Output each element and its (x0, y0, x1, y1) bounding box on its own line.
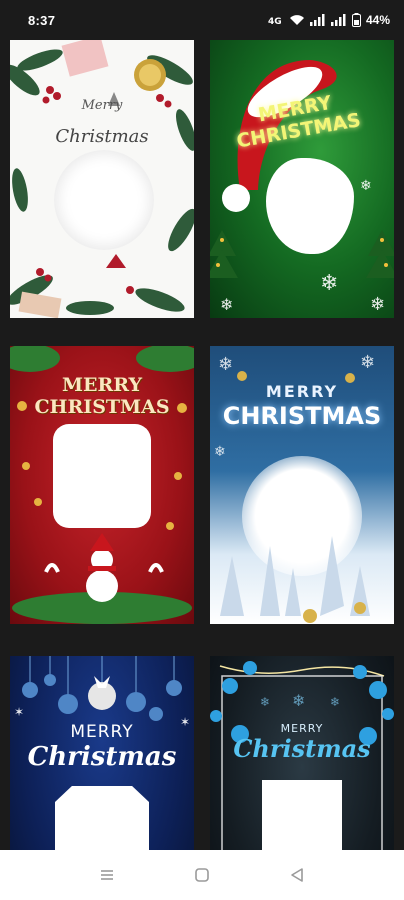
system-navigation-bar (0, 850, 404, 900)
template-card-2[interactable]: ❄ ❄ ❄ ❄ MERRY CHRISTMAS (210, 40, 394, 318)
photo-frame-rect[interactable] (262, 780, 342, 850)
svg-text:❄: ❄ (260, 695, 270, 709)
battery-icon (351, 13, 361, 27)
svg-text:❄: ❄ (320, 271, 338, 296)
svg-text:✶: ✶ (14, 705, 24, 719)
template-title-line1: MERRY (61, 374, 143, 396)
svg-text:❄: ❄ (330, 695, 340, 709)
status-time: 8:37 (28, 12, 56, 28)
svg-text:❄: ❄ (292, 691, 305, 710)
svg-text:❄: ❄ (360, 178, 372, 194)
home-button[interactable] (180, 853, 224, 897)
template-grid: Merry Christmas ❄ ❄ ❄ ❄ MERRY CHRISTMAS (0, 40, 404, 850)
template-title-line2: Christmas (233, 734, 371, 763)
template-title-line2: CHRISTMAS (34, 396, 170, 418)
signal-icon-2 (330, 14, 346, 26)
template-card-5[interactable]: ✶ ✶ MERRY Christmas (10, 656, 194, 850)
template-title-line2: Christmas (27, 742, 177, 772)
back-button[interactable] (275, 853, 319, 897)
template-card-4[interactable]: ❄ ❄ ❄ MERRY CHRISTMAS (210, 346, 394, 624)
recents-button[interactable] (85, 853, 129, 897)
status-bar: 8:37 4G 44% (0, 0, 404, 40)
data-speed-icon: 4G (268, 17, 282, 26)
svg-text:❄: ❄ (360, 352, 375, 373)
template-title-line1: MERRY (265, 382, 339, 401)
wifi-icon (289, 15, 304, 25)
template-card-6[interactable]: ❄ ❄ ❄ MERRY Christmas (210, 656, 394, 850)
svg-text:❄: ❄ (214, 444, 226, 460)
triangle-back-icon (290, 868, 303, 882)
photo-frame-door[interactable] (55, 786, 149, 850)
svg-text:❄: ❄ (370, 294, 385, 315)
template-title-line1: Merry (81, 98, 123, 113)
template-title-line2: CHRISTMAS (222, 402, 382, 430)
photo-frame-circle[interactable] (54, 150, 154, 250)
template-card-1[interactable]: Merry Christmas (10, 40, 194, 318)
menu-lines-icon (101, 870, 114, 880)
template-card-3[interactable]: MERRY CHRISTMAS (10, 346, 194, 624)
svg-text:❄: ❄ (220, 295, 233, 314)
signal-icon (309, 14, 325, 26)
template-title-line2: Christmas (55, 126, 149, 147)
svg-text:❄: ❄ (218, 354, 233, 375)
battery-percentage: 44% (365, 13, 390, 27)
template-title-line1: MERRY (70, 722, 134, 742)
svg-text:4G: 4G (268, 17, 282, 26)
template-title: MERRY CHRISTMAS (10, 374, 194, 418)
square-icon (195, 868, 209, 882)
status-icons: 4G 44% (268, 13, 390, 27)
photo-frame-square[interactable] (53, 424, 151, 528)
